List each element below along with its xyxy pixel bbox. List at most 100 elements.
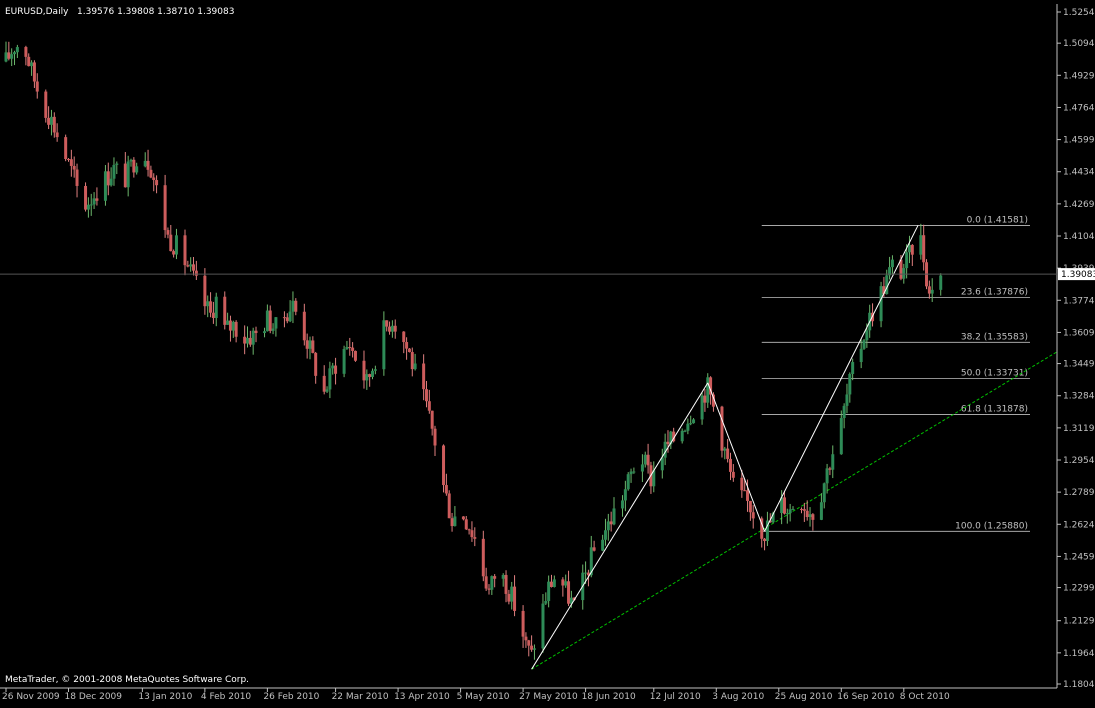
time-tick-label: 3 Aug 2010 bbox=[712, 692, 764, 702]
ohlc-values: 1.39576 1.39808 1.38710 1.39083 bbox=[77, 7, 234, 17]
candle-body bbox=[24, 47, 28, 57]
candle-body bbox=[424, 389, 428, 402]
candle-body bbox=[35, 81, 39, 92]
price-tick-label: 1.22990 bbox=[1063, 584, 1095, 594]
candle-body bbox=[606, 521, 610, 531]
candle-body bbox=[731, 471, 735, 478]
candle-body bbox=[785, 513, 789, 515]
time-tick-label: 13 Jan 2010 bbox=[138, 692, 192, 702]
candle-body bbox=[271, 328, 275, 331]
candle-body bbox=[143, 160, 147, 167]
candle-body bbox=[169, 234, 173, 252]
candle-body bbox=[254, 330, 258, 334]
price-tick-label: 1.27890 bbox=[1063, 488, 1095, 498]
candle-body bbox=[132, 159, 136, 173]
candle-body bbox=[69, 159, 73, 166]
time-tick-label: 4 Feb 2010 bbox=[201, 692, 252, 702]
candle-body bbox=[413, 363, 417, 370]
candle-body bbox=[623, 489, 627, 501]
candle-body bbox=[314, 352, 318, 376]
candle-body bbox=[365, 374, 369, 381]
candle-body bbox=[155, 180, 159, 186]
candle-body bbox=[640, 464, 644, 472]
candle-body bbox=[302, 311, 306, 341]
candle-body bbox=[521, 610, 525, 637]
candle-body bbox=[584, 572, 588, 574]
candle-body bbox=[189, 264, 193, 267]
fib-level-label: 61.8 (1.31878) bbox=[961, 404, 1028, 414]
fib-level-label: 23.6 (1.37876) bbox=[961, 288, 1028, 298]
candle-body bbox=[129, 159, 133, 162]
candle-body bbox=[470, 530, 474, 538]
candle-body bbox=[427, 401, 431, 411]
candle-body bbox=[632, 471, 636, 473]
candle-body bbox=[135, 166, 139, 173]
time-tick-label: 26 Nov 2009 bbox=[2, 692, 60, 702]
candle-body bbox=[484, 576, 488, 589]
candle-body bbox=[75, 169, 79, 186]
candle-body bbox=[907, 244, 911, 253]
candle-body bbox=[152, 177, 156, 181]
candle-body bbox=[27, 56, 31, 67]
candle-body bbox=[55, 132, 59, 138]
candle-body bbox=[294, 300, 298, 312]
candle-body bbox=[174, 235, 178, 255]
candle-body bbox=[530, 645, 534, 650]
time-tick-label: 5 May 2010 bbox=[457, 692, 510, 702]
candle-body bbox=[453, 516, 457, 527]
candle-body bbox=[541, 603, 545, 649]
candle-body bbox=[532, 648, 536, 650]
candle-body bbox=[490, 576, 494, 590]
candle-body bbox=[234, 321, 238, 337]
candle-body bbox=[743, 490, 747, 492]
candle-body bbox=[291, 300, 295, 312]
candle-body bbox=[368, 374, 372, 377]
candle-body bbox=[263, 331, 267, 334]
candle-body bbox=[126, 161, 130, 188]
candle-body bbox=[308, 340, 312, 349]
candle-body bbox=[251, 330, 255, 345]
candle-body bbox=[666, 441, 670, 445]
candle-body bbox=[493, 576, 497, 579]
candle-body bbox=[44, 91, 48, 118]
candle-body bbox=[890, 259, 894, 268]
candle-body bbox=[209, 301, 213, 313]
fib-level-label: 50.0 (1.33731) bbox=[961, 368, 1028, 378]
candle-body bbox=[274, 317, 278, 329]
candle-body bbox=[842, 405, 846, 419]
candle-body bbox=[49, 116, 53, 125]
price-chart[interactable]: 0.0 (1.41581) 23.6 (1.37876) 38.2 (1.35583… bbox=[0, 0, 1095, 704]
candle-body bbox=[552, 579, 556, 587]
candle-body bbox=[64, 137, 68, 160]
time-tick-label: 8 Oct 2010 bbox=[900, 692, 950, 702]
candle-body bbox=[422, 363, 426, 390]
candle-body bbox=[839, 418, 843, 455]
candle-body bbox=[442, 445, 446, 486]
candle-body bbox=[92, 198, 96, 205]
candle-body bbox=[72, 165, 76, 170]
candle-body bbox=[547, 581, 551, 602]
candle-body bbox=[385, 320, 389, 327]
candle-body bbox=[723, 448, 727, 451]
candle-body bbox=[4, 52, 8, 62]
candle-body bbox=[345, 347, 349, 350]
candle-body bbox=[564, 581, 568, 586]
candle-body bbox=[402, 331, 406, 343]
candle-body bbox=[149, 169, 153, 178]
candle-body bbox=[828, 468, 832, 470]
time-tick-label: 26 Feb 2010 bbox=[263, 692, 319, 702]
candle-body bbox=[282, 317, 286, 319]
candle-body bbox=[612, 508, 616, 525]
candle-body bbox=[740, 477, 744, 491]
price-tick-label: 1.29540 bbox=[1063, 456, 1095, 466]
candle-body bbox=[15, 47, 19, 53]
candle-body bbox=[353, 350, 357, 361]
price-tick-label: 1.52540 bbox=[1063, 8, 1095, 18]
candle-body bbox=[390, 325, 394, 332]
candle-body bbox=[686, 423, 690, 431]
candle-body bbox=[325, 389, 329, 392]
chart-window[interactable]: 0.0 (1.41581) 23.6 (1.37876) 38.2 (1.35583… bbox=[0, 0, 1095, 704]
candle-body bbox=[362, 360, 366, 381]
candle-body bbox=[166, 230, 170, 235]
candle-body bbox=[487, 588, 491, 590]
